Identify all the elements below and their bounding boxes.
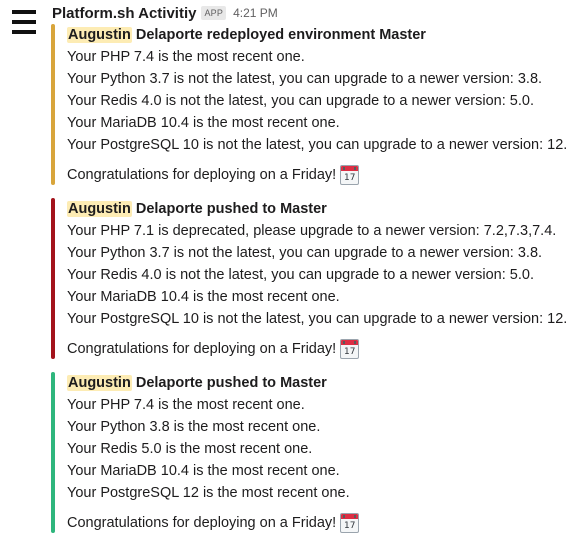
calendar-day: 17 <box>343 347 356 357</box>
slack-message: Platform.sh Activitiy APP 4:21 PM August… <box>0 0 587 550</box>
version-line: Your PostgreSQL 12 is the most recent on… <box>67 485 350 501</box>
version-line: Your Python 3.8 is the most recent one. <box>67 419 321 435</box>
calendar-icon: 17 <box>340 513 360 533</box>
attachment-title-text: Delaporte pushed to Master <box>131 375 327 391</box>
version-line: Your MariaDB 10.4 is the most recent one… <box>67 463 340 479</box>
message-header: Platform.sh Activitiy APP 4:21 PM <box>52 3 278 23</box>
version-line: Your PostgreSQL 10 is not the latest, yo… <box>67 137 568 153</box>
attachment-3: Augustin Delaporte pushed to Master Your… <box>51 372 581 533</box>
app-badge: APP <box>201 6 227 20</box>
hamburger-menu-icon[interactable] <box>12 10 36 34</box>
version-line: Your Redis 5.0 is the most recent one. <box>67 441 313 457</box>
attachment-2: Augustin Delaporte pushed to Master Your… <box>51 198 581 359</box>
version-line: Your Redis 4.0 is not the latest, you ca… <box>67 267 534 283</box>
version-line: Your MariaDB 10.4 is the most recent one… <box>67 115 340 131</box>
congrats-line: Congratulations for deploying on a Frida… <box>67 163 360 187</box>
calendar-day: 17 <box>343 521 356 531</box>
congrats-text: Congratulations for deploying on a Frida… <box>67 167 337 183</box>
version-line: Your Redis 4.0 is not the latest, you ca… <box>67 93 534 109</box>
version-line: Your PHP 7.4 is the most recent one. <box>67 49 305 65</box>
avatar-bar <box>12 20 36 24</box>
attachment-title-text: Delaporte redeployed environment Master <box>131 27 426 43</box>
version-line: Your MariaDB 10.4 is the most recent one… <box>67 289 340 305</box>
app-name[interactable]: Platform.sh Activitiy <box>52 5 196 22</box>
attachment-title: Augustin Delaporte pushed to Master <box>67 198 327 220</box>
congrats-text: Congratulations for deploying on a Frida… <box>67 341 337 357</box>
user-mention[interactable]: Augustin <box>67 201 132 217</box>
congrats-line: Congratulations for deploying on a Frida… <box>67 511 360 535</box>
avatar-bar <box>12 10 36 14</box>
calendar-icon: 17 <box>340 165 360 185</box>
attachment-title: Augustin Delaporte pushed to Master <box>67 372 327 394</box>
congrats-text: Congratulations for deploying on a Frida… <box>67 515 337 531</box>
attachment-color-bar <box>51 24 55 185</box>
version-line: Your PHP 7.1 is deprecated, please upgra… <box>67 223 557 239</box>
user-mention[interactable]: Augustin <box>67 27 132 43</box>
calendar-day: 17 <box>343 173 356 183</box>
attachment-color-bar <box>51 198 55 359</box>
version-line: Your Python 3.7 is not the latest, you c… <box>67 245 543 261</box>
attachment-color-bar <box>51 372 55 533</box>
version-line: Your PHP 7.4 is the most recent one. <box>67 397 305 413</box>
user-mention[interactable]: Augustin <box>67 375 132 391</box>
message-timestamp[interactable]: 4:21 PM <box>233 6 278 20</box>
calendar-icon: 17 <box>340 339 360 359</box>
congrats-line: Congratulations for deploying on a Frida… <box>67 337 360 361</box>
attachment-title: Augustin Delaporte redeployed environmen… <box>67 24 426 46</box>
version-line: Your PostgreSQL 10 is not the latest, yo… <box>67 311 568 327</box>
attachment-title-text: Delaporte pushed to Master <box>131 201 327 217</box>
avatar-bar <box>12 30 36 34</box>
version-line: Your Python 3.7 is not the latest, you c… <box>67 71 543 87</box>
attachment-1: Augustin Delaporte redeployed environmen… <box>51 24 581 185</box>
